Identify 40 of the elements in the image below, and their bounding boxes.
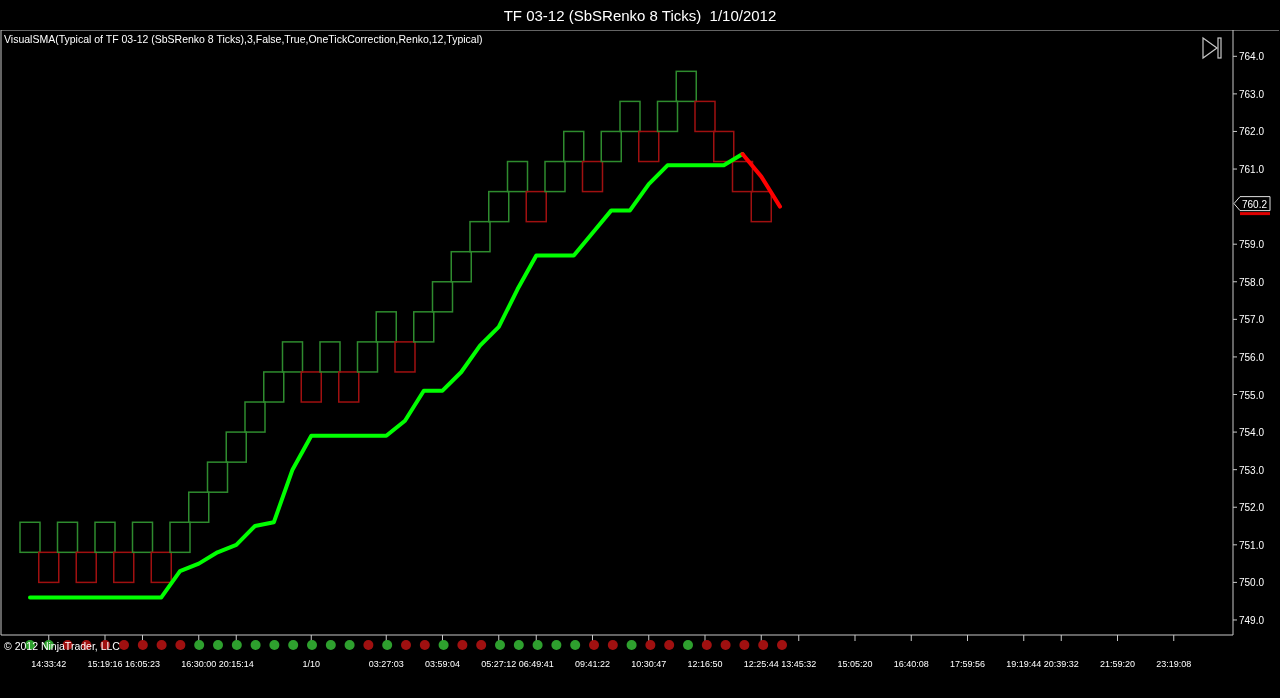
price-label: 752.0 xyxy=(1239,502,1265,514)
time-label: 12:16:50 xyxy=(687,659,723,669)
time-label: 17:59:56 xyxy=(950,659,985,669)
time-label: 06:49:41 xyxy=(518,659,554,669)
price-label: 764.0 xyxy=(1239,51,1265,63)
time-label: 03:59:04 xyxy=(425,659,460,669)
price-label: 750.0 xyxy=(1239,577,1265,589)
price-label: 753.0 xyxy=(1239,464,1265,476)
time-label: 20:39:32 xyxy=(1043,659,1079,669)
indicator-legend: VisualSMA(Typical of TF 03-12 (SbSRenko 8 Ticks),3,False,True,OneTickCorrection,Renko,12,Typical) xyxy=(4,33,483,45)
time-label: 13:45:32 xyxy=(781,659,817,669)
price-label: 757.0 xyxy=(1239,314,1265,326)
time-label: 1/10 xyxy=(302,659,320,669)
price-label: 756.0 xyxy=(1239,351,1265,363)
price-label: 763.0 xyxy=(1239,88,1265,100)
time-label: 15:05:20 xyxy=(837,659,873,669)
window-title: TF 03-12 (SbSRenko 8 Ticks) 1/10/2012 xyxy=(503,6,777,24)
price-label: 759.0 xyxy=(1239,239,1265,251)
time-label: 03:27:03 xyxy=(368,659,404,669)
price-label: 755.0 xyxy=(1239,389,1265,401)
price-label: 761.0 xyxy=(1239,164,1265,176)
time-label: 12:25:44 xyxy=(743,659,779,669)
time-label: 15:19:16 xyxy=(87,659,123,669)
time-label: 10:30:47 xyxy=(631,659,667,669)
skip-to-end-icon[interactable] xyxy=(1202,36,1222,60)
time-label: 21:59:20 xyxy=(1100,659,1135,669)
price-label: 749.0 xyxy=(1239,614,1265,626)
price-label: 751.0 xyxy=(1239,539,1265,551)
time-label: 05:27:12 xyxy=(481,659,517,669)
price-label: 758.0 xyxy=(1239,276,1265,288)
time-label: 09:41:22 xyxy=(575,659,610,669)
price-label: 762.0 xyxy=(1239,126,1265,138)
time-label: 20:15:14 xyxy=(218,659,254,669)
time-label: 16:40:08 xyxy=(893,659,929,669)
time-label: 23:19:08 xyxy=(1156,659,1192,669)
price-label: 754.0 xyxy=(1239,427,1265,439)
time-label: 16:05:23 xyxy=(125,659,160,669)
time-label: 14:33:42 xyxy=(31,659,67,669)
time-label: 19:19:44 xyxy=(1006,659,1042,669)
time-label: 16:30:00 xyxy=(181,659,217,669)
